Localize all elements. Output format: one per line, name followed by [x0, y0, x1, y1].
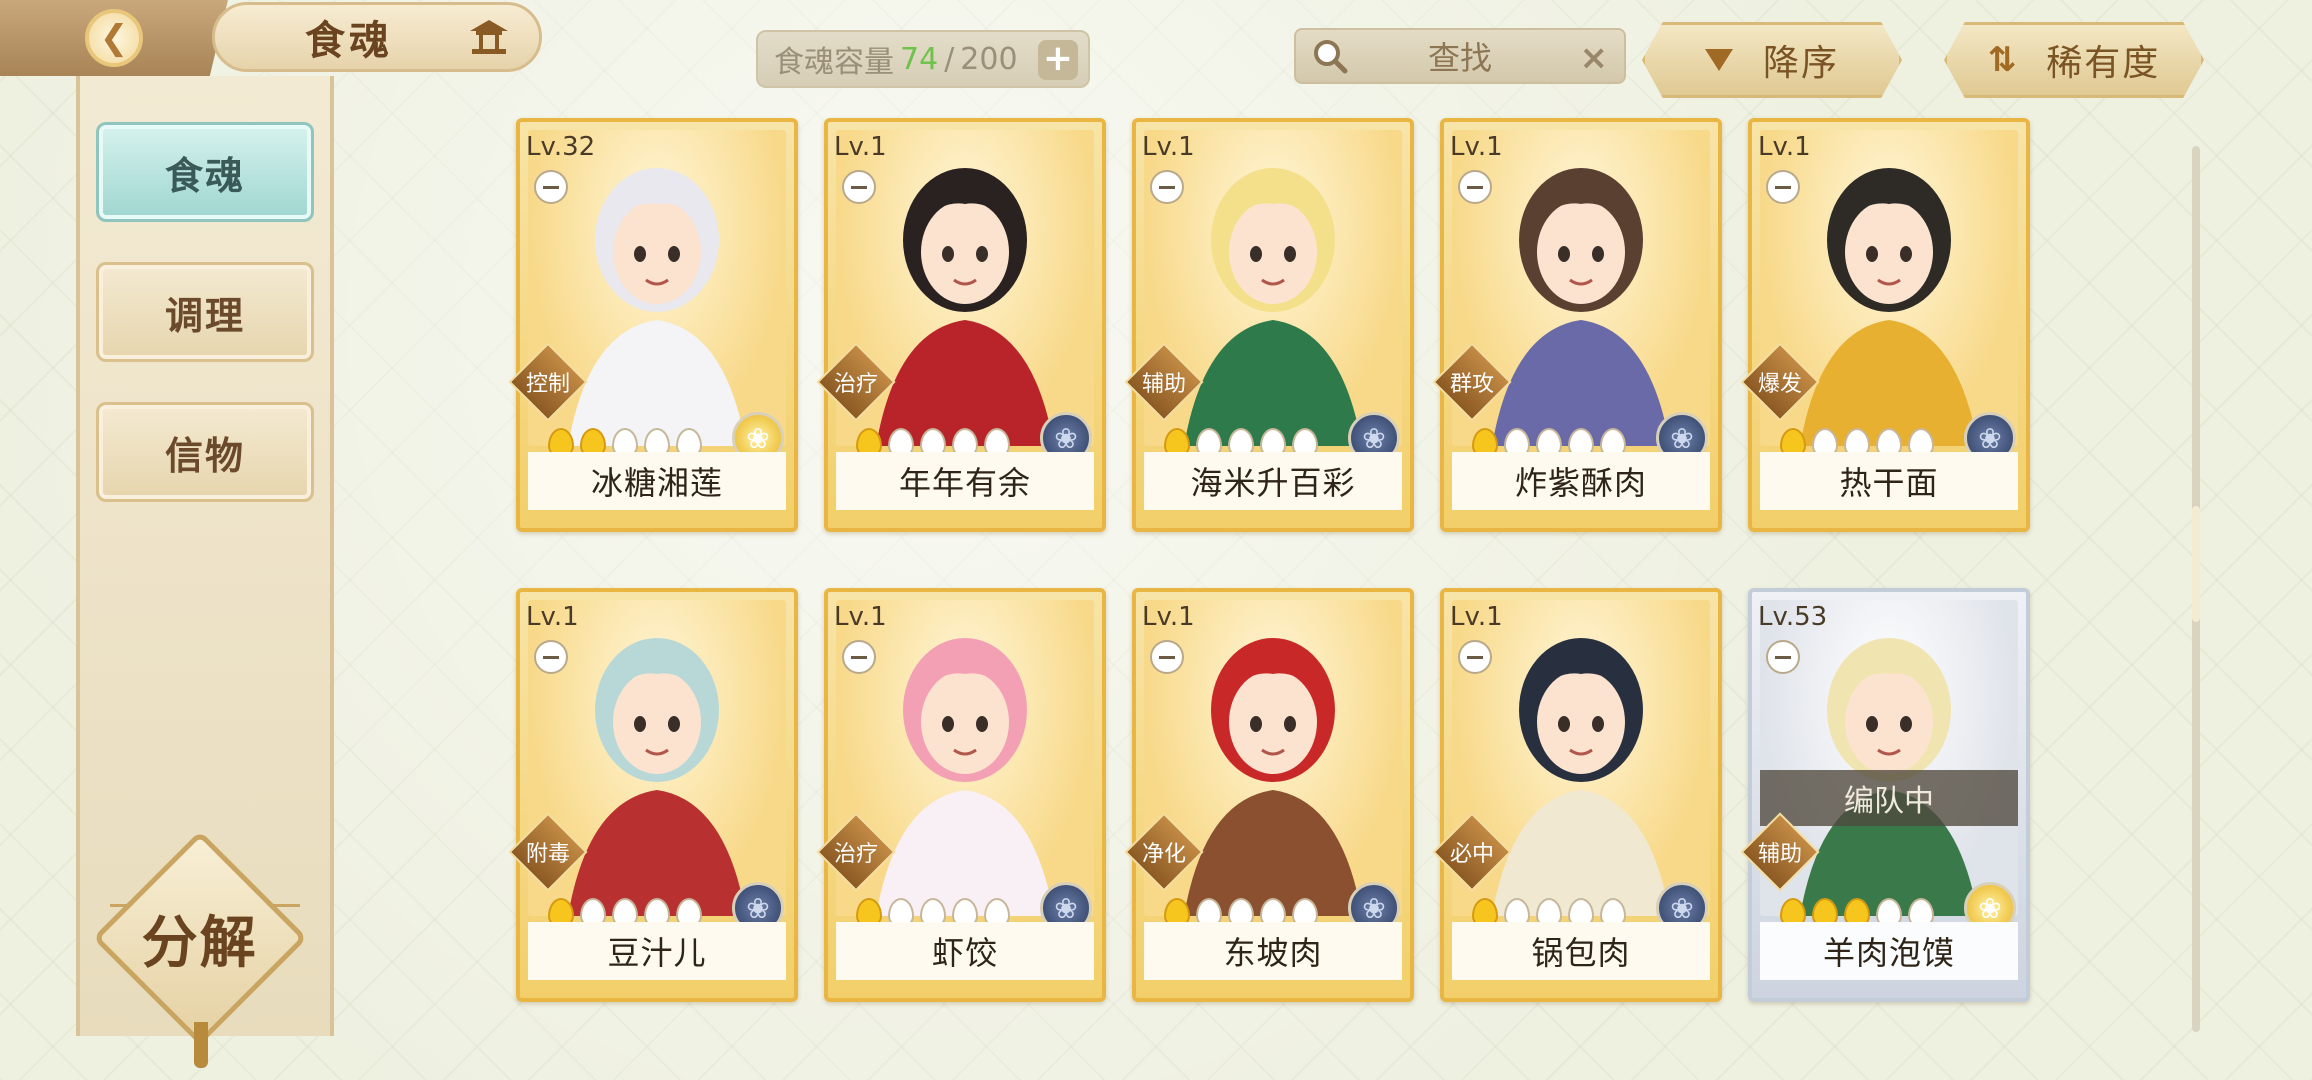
lock-toggle-icon[interactable]	[842, 640, 876, 674]
in-team-label: 编队中	[1844, 784, 1934, 819]
lock-toggle-icon[interactable]	[1150, 640, 1184, 674]
food-soul-card[interactable]: Lv.1 净化 ❀ 东坡肉	[1124, 588, 1414, 1002]
tab-tokens[interactable]: 信物	[96, 402, 314, 502]
search-button[interactable]: 查找 ×	[1294, 28, 1626, 84]
swap-icon: ⇅	[1987, 40, 2017, 80]
search-label: 查找	[1427, 39, 1492, 77]
food-soul-card[interactable]: Lv.1 治疗 ❀ 年年有余	[816, 118, 1106, 532]
lock-toggle-icon[interactable]	[534, 170, 568, 204]
role-label: 辅助	[1757, 842, 1802, 867]
lock-toggle-icon[interactable]	[1150, 170, 1184, 204]
card-name: 年年有余	[898, 464, 1031, 502]
role-label: 附毒	[525, 842, 570, 867]
decompose-label: 分解	[142, 910, 258, 976]
lock-toggle-icon[interactable]	[842, 170, 876, 204]
name-bar: 锅包肉	[1452, 922, 1710, 980]
name-bar: 炸紫酥肉	[1452, 452, 1710, 510]
food-soul-card[interactable]: Lv.1 附毒 ❀ 豆汁儿	[508, 588, 798, 1002]
card-name: 海米升百彩	[1190, 464, 1356, 502]
lock-toggle-icon[interactable]	[1766, 640, 1800, 674]
food-soul-card[interactable]: Lv.32 控制 ❀ 冰糖湘莲	[508, 118, 798, 532]
card-level: Lv.1	[834, 132, 887, 162]
back-arrow-icon: ❮	[85, 9, 143, 67]
card-name: 豆汁儿	[607, 934, 707, 972]
capacity-display: 食魂容量 74/200 +	[756, 30, 1090, 88]
card-level: Lv.1	[1142, 132, 1195, 162]
lock-toggle-icon[interactable]	[1766, 170, 1800, 204]
tab-food-souls[interactable]: 食魂	[96, 122, 314, 222]
food-soul-grid: Lv.32 控制 ❀ 冰糖湘莲 Lv.1 治疗 ❀ 年年有余 Lv.1 辅助 ❀ 海米升百彩 Lv.1 群…	[508, 118, 2036, 1008]
food-soul-card[interactable]: Lv.1 爆发 ❀ 热干面	[1740, 118, 2030, 532]
card-name: 东坡肉	[1223, 934, 1323, 972]
name-bar: 东坡肉	[1144, 922, 1402, 980]
pavilion-icon	[460, 14, 518, 60]
card-level: Lv.1	[1142, 602, 1195, 632]
lock-toggle-icon[interactable]	[1458, 640, 1492, 674]
food-soul-card[interactable]: Lv.1 辅助 ❀ 海米升百彩	[1124, 118, 1414, 532]
tab-conditioning[interactable]: 调理	[96, 262, 314, 362]
food-soul-card[interactable]: Lv.1 必中 ❀ 锅包肉	[1432, 588, 1722, 1002]
card-level: Lv.1	[526, 602, 579, 632]
top-bar: ❮ 食魂 食魂容量 74/200 + 查找 × 降序 ⇅ 稀有度	[0, 0, 2312, 98]
card-level: Lv.1	[1450, 602, 1503, 632]
card-name: 锅包肉	[1531, 934, 1631, 972]
name-bar: 羊肉泡馍	[1760, 922, 2018, 980]
card-name: 炸紫酥肉	[1514, 464, 1647, 502]
tab-label: 食魂	[164, 153, 245, 198]
add-capacity-button[interactable]: +	[1038, 40, 1078, 80]
card-level: Lv.1	[1758, 132, 1811, 162]
capacity-current: 74	[900, 41, 939, 77]
sort-key-label: 稀有度	[2046, 43, 2161, 84]
card-name: 虾饺	[931, 934, 998, 972]
card-level: Lv.1	[834, 602, 887, 632]
role-label: 群攻	[1449, 372, 1494, 397]
scrollbar-thumb[interactable]	[2192, 506, 2200, 622]
sort-order-button[interactable]: 降序	[1642, 22, 1902, 98]
capacity-separator: /	[944, 41, 955, 77]
card-name: 羊肉泡馍	[1822, 934, 1955, 972]
clear-icon[interactable]: ×	[1580, 38, 1609, 78]
back-button[interactable]: ❮	[0, 0, 228, 76]
role-label: 必中	[1449, 842, 1494, 867]
triangle-down-icon	[1704, 49, 1733, 71]
scrollbar[interactable]	[2192, 146, 2200, 1032]
name-bar: 年年有余	[836, 452, 1094, 510]
name-bar: 豆汁儿	[528, 922, 786, 980]
food-soul-card[interactable]: Lv.1 治疗 ❀ 虾饺	[816, 588, 1106, 1002]
food-soul-card[interactable]: Lv.1 群攻 ❀ 炸紫酥肉	[1432, 118, 1722, 532]
role-label: 治疗	[833, 372, 878, 397]
in-team-banner: 编队中	[1760, 770, 2018, 826]
name-bar: 热干面	[1760, 452, 2018, 510]
food-soul-card[interactable]: Lv.53 编队中 辅助 ❀ 羊肉泡馍	[1740, 588, 2030, 1002]
name-bar: 冰糖湘莲	[528, 452, 786, 510]
tab-label: 调理	[164, 293, 245, 338]
sort-order-label: 降序	[1762, 43, 1839, 84]
capacity-max: 200	[960, 41, 1018, 77]
lock-toggle-icon[interactable]	[1458, 170, 1492, 204]
role-label: 爆发	[1757, 372, 1802, 397]
lock-toggle-icon[interactable]	[534, 640, 568, 674]
tab-label: 信物	[164, 433, 245, 478]
name-bar: 海米升百彩	[1144, 452, 1402, 510]
card-level: Lv.1	[1450, 132, 1503, 162]
name-bar: 虾饺	[836, 922, 1094, 980]
card-level: Lv.32	[526, 132, 596, 162]
page-title: 食魂	[305, 18, 393, 64]
capacity-label: 食魂容量	[774, 45, 894, 80]
sort-key-button[interactable]: ⇅ 稀有度	[1944, 22, 2204, 98]
role-label: 控制	[525, 372, 570, 397]
card-name: 冰糖湘莲	[590, 464, 723, 502]
role-label: 净化	[1141, 842, 1186, 867]
card-level: Lv.53	[1758, 602, 1828, 632]
tassel-decoration	[194, 1022, 208, 1068]
role-label: 辅助	[1141, 372, 1186, 397]
card-name: 热干面	[1839, 464, 1939, 502]
role-label: 治疗	[833, 842, 878, 867]
